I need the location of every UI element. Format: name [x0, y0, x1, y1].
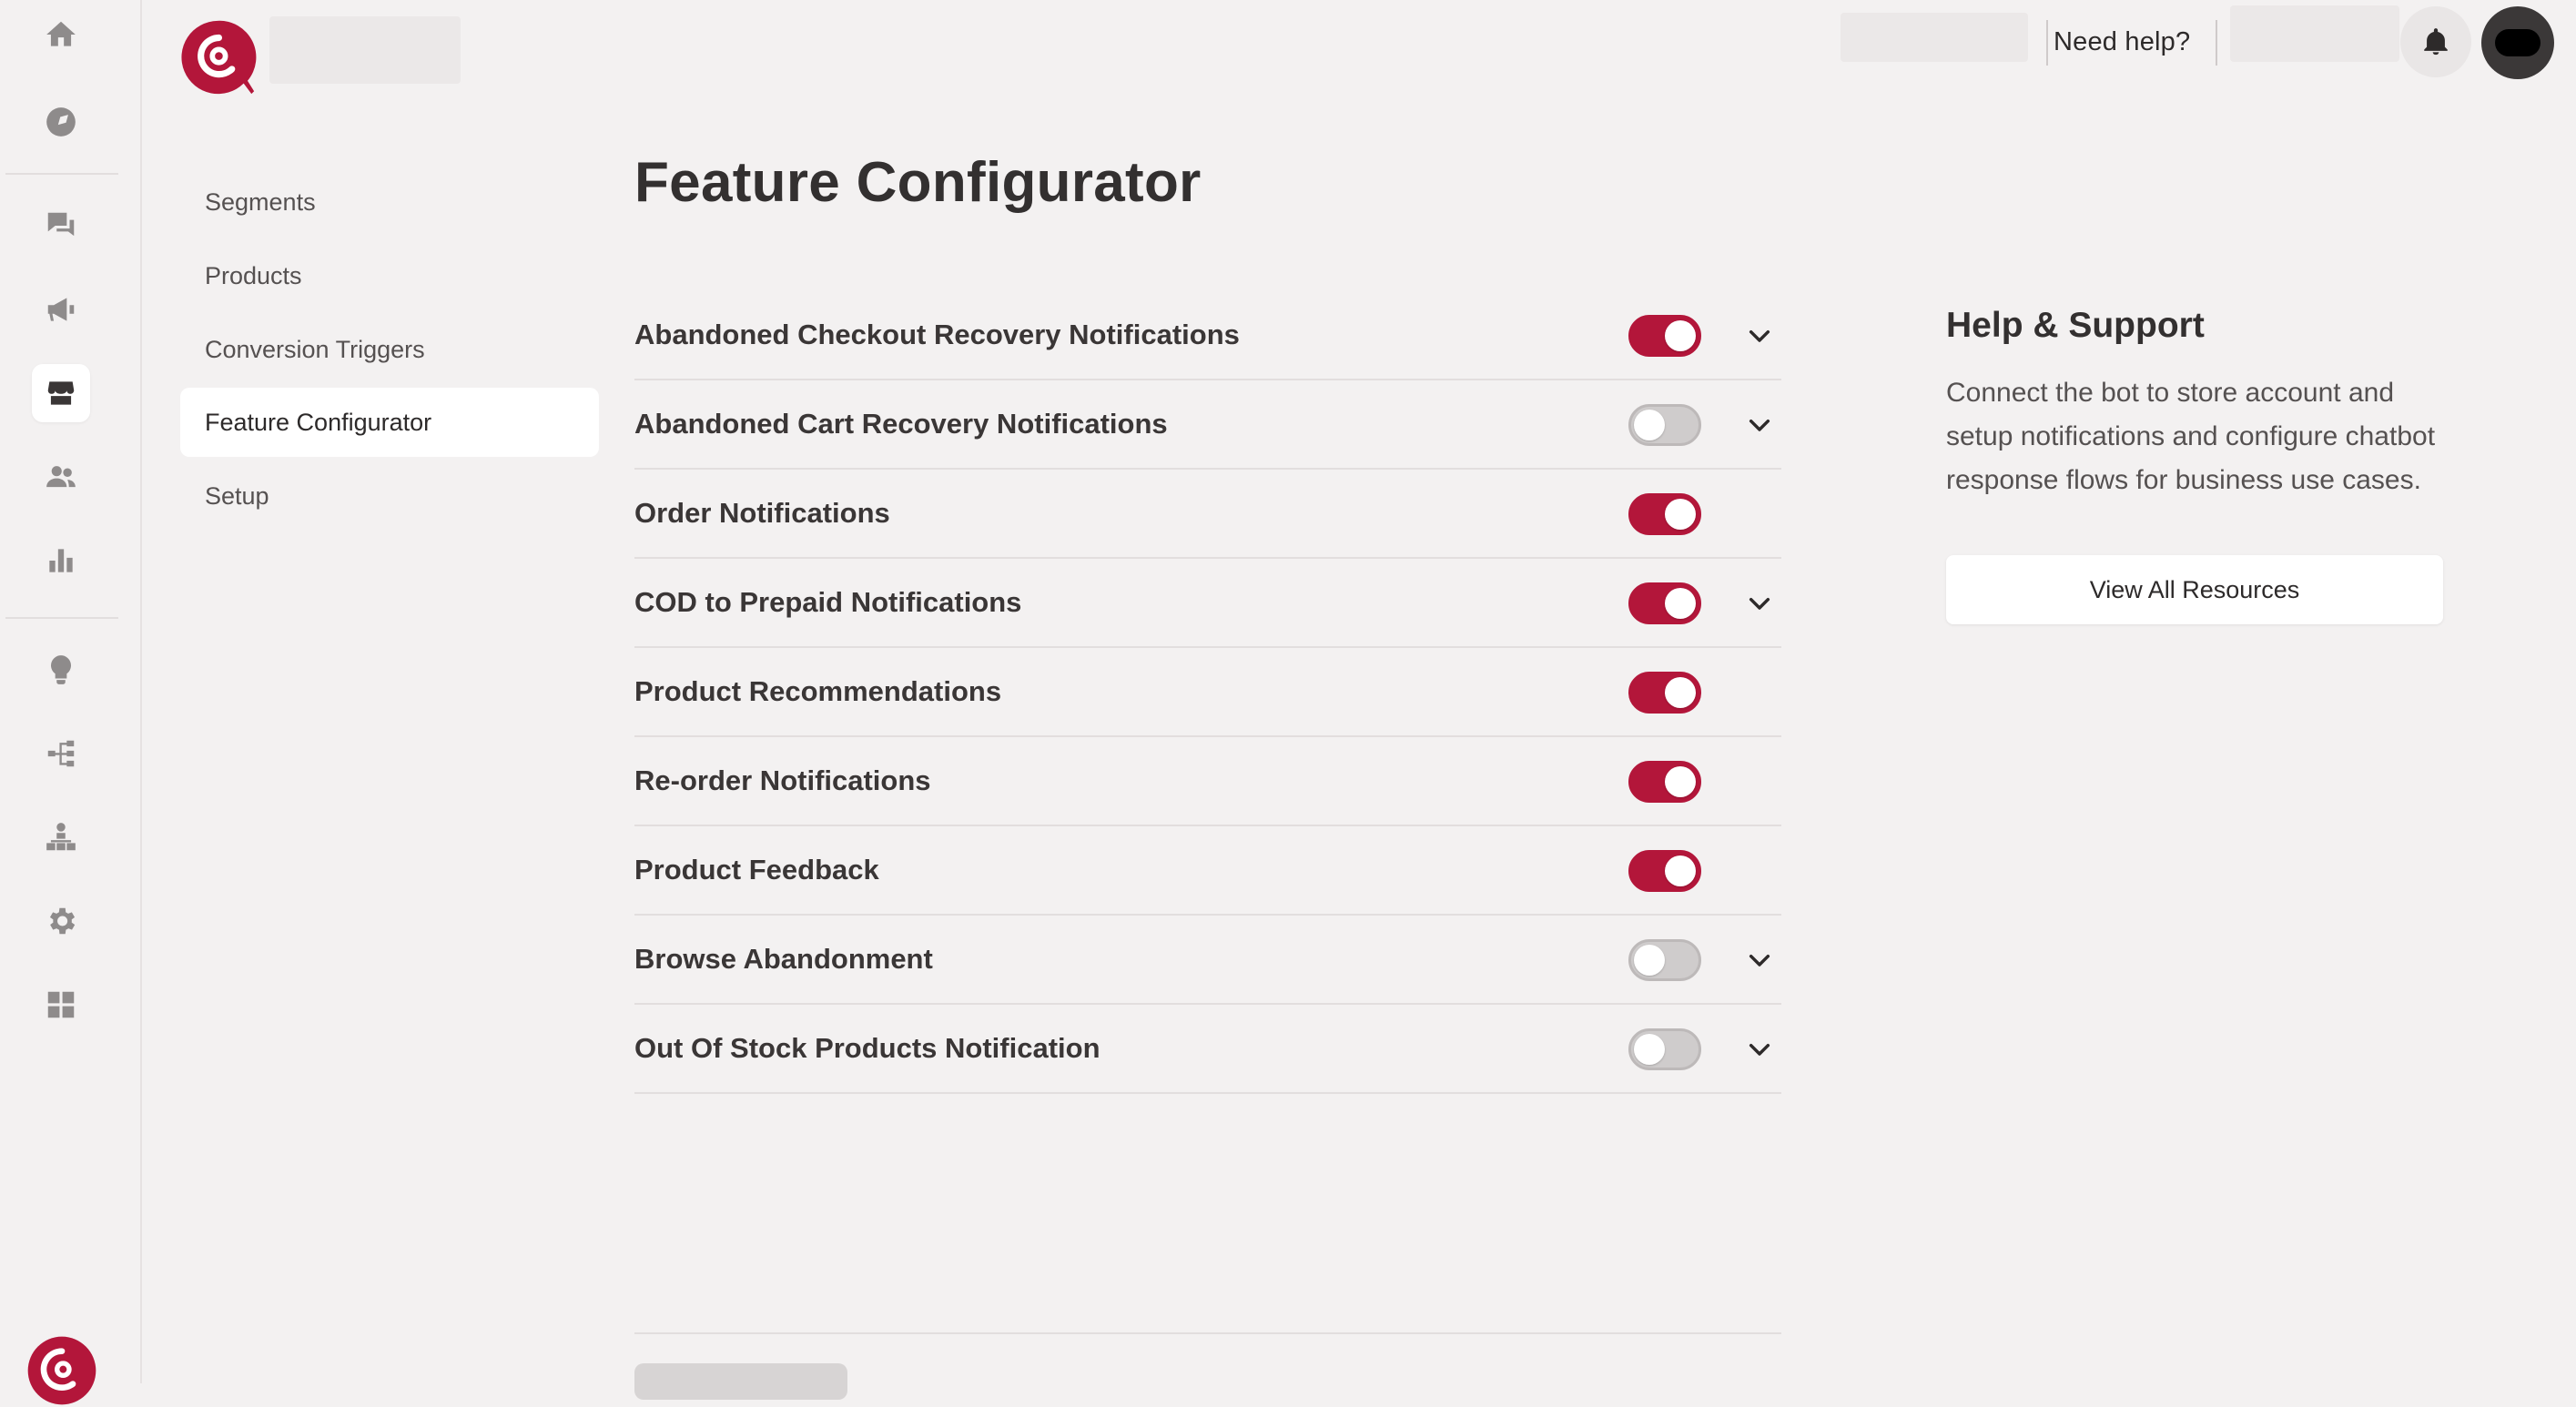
- subnav-item-conversion-triggers[interactable]: Conversion Triggers: [180, 315, 599, 384]
- view-all-resources-button[interactable]: View All Resources: [1946, 555, 2443, 624]
- feature-label: Abandoned Checkout Recovery Notification…: [634, 319, 1240, 350]
- feature-label: Product Recommendations: [634, 675, 1002, 707]
- toggle-knob: [1665, 499, 1696, 530]
- rail-analytics[interactable]: [32, 531, 90, 590]
- store-icon: [47, 381, 75, 405]
- toggle-knob: [1665, 677, 1696, 708]
- rail-divider: [5, 617, 118, 619]
- brand-logo[interactable]: [178, 18, 257, 96]
- feature-toggle[interactable]: [1628, 315, 1701, 357]
- feature-label: Re-order Notifications: [634, 764, 931, 796]
- icon-rail: [0, 0, 142, 1405]
- feature-toggle[interactable]: [1628, 850, 1701, 892]
- toggle-knob: [1665, 855, 1696, 886]
- rail-flows[interactable]: [32, 724, 90, 783]
- org-chart-icon: [46, 823, 76, 851]
- feature-toggle[interactable]: [1628, 672, 1701, 714]
- feature-row: Order Notifications: [634, 470, 1781, 559]
- rail-chat[interactable]: [32, 197, 90, 255]
- feature-toggle[interactable]: [1628, 761, 1701, 803]
- bar-chart-icon: [49, 549, 73, 572]
- feature-row: COD to Prepaid Notifications: [634, 559, 1781, 648]
- notifications-button[interactable]: [2400, 6, 2471, 77]
- feature-toggle[interactable]: [1628, 1028, 1701, 1070]
- feature-toggle[interactable]: [1628, 404, 1701, 446]
- megaphone-icon: [47, 298, 75, 321]
- rail-users[interactable]: [32, 448, 90, 506]
- feature-toggle[interactable]: [1628, 939, 1701, 981]
- subnav-item-setup[interactable]: Setup: [180, 461, 599, 531]
- footer-divider: [634, 1332, 1781, 1334]
- toggle-knob: [1665, 766, 1696, 797]
- chevron-down-icon[interactable]: [1743, 410, 1776, 442]
- rail-settings[interactable]: [32, 892, 90, 950]
- feature-label: Abandoned Cart Recovery Notifications: [634, 408, 1168, 440]
- help-description: Connect the bot to store account and set…: [1946, 378, 2436, 495]
- bell-icon: [2424, 28, 2448, 56]
- feature-toggle[interactable]: [1628, 582, 1701, 624]
- need-help-link[interactable]: Need help?: [2054, 22, 2190, 62]
- gear-icon: [49, 907, 76, 935]
- feature-label: Order Notifications: [634, 497, 890, 529]
- rail-home[interactable]: [32, 5, 90, 64]
- feature-toggle[interactable]: [1628, 493, 1701, 535]
- feature-row: Abandoned Cart Recovery Notifications: [634, 380, 1781, 470]
- avatar-image: [2495, 29, 2541, 56]
- avatar[interactable]: [2481, 6, 2554, 79]
- lightbulb-icon: [51, 655, 71, 684]
- feature-label: Browse Abandonment: [634, 943, 933, 975]
- brand-logo-icon: [27, 1336, 96, 1405]
- rail-store[interactable]: [32, 364, 90, 422]
- compass-icon: [46, 107, 76, 137]
- feature-row: Browse Abandonment: [634, 916, 1781, 1005]
- rail-campaigns[interactable]: [32, 280, 90, 339]
- topbar-placeholder: [1841, 13, 2028, 62]
- rail-compass[interactable]: [32, 93, 90, 151]
- rail-team[interactable]: [32, 808, 90, 866]
- home-icon: [46, 21, 76, 46]
- feature-label: Product Feedback: [634, 854, 879, 886]
- help-title: Help & Support: [1946, 306, 2205, 345]
- save-button[interactable]: [634, 1363, 847, 1400]
- rail-integrations[interactable]: [32, 976, 90, 1034]
- toggle-knob: [1634, 410, 1665, 440]
- topbar-divider: [2046, 20, 2048, 66]
- subnav-item-segments[interactable]: Segments: [180, 167, 599, 237]
- feature-row: Out Of Stock Products Notification: [634, 1005, 1781, 1094]
- feature-label: Out Of Stock Products Notification: [634, 1032, 1100, 1064]
- toggle-knob: [1665, 588, 1696, 619]
- topbar-divider: [2216, 20, 2217, 66]
- rail-divider: [5, 173, 118, 175]
- toggle-knob: [1634, 945, 1665, 976]
- flow-icon: [47, 740, 75, 767]
- feature-label: COD to Prepaid Notifications: [634, 586, 1022, 618]
- workspace-name-placeholder: [269, 16, 461, 84]
- users-icon: [46, 466, 76, 488]
- toggle-knob: [1634, 1034, 1665, 1065]
- toggle-knob: [1665, 320, 1696, 351]
- feature-row: Re-order Notifications: [634, 737, 1781, 826]
- page-title: Feature Configurator: [634, 151, 1202, 214]
- integrations-icon: [47, 991, 75, 1018]
- subnav-item-feature-configurator[interactable]: Feature Configurator: [180, 388, 599, 457]
- chevron-down-icon[interactable]: [1743, 1034, 1776, 1067]
- rail-ideas[interactable]: [32, 641, 90, 699]
- subnav-item-products[interactable]: Products: [180, 241, 599, 310]
- feature-row: Product Recommendations: [634, 648, 1781, 737]
- chat-icon: [47, 212, 75, 237]
- account-placeholder: [2230, 5, 2399, 62]
- chevron-down-icon[interactable]: [1743, 945, 1776, 977]
- chevron-down-icon[interactable]: [1743, 588, 1776, 621]
- chevron-down-icon[interactable]: [1743, 320, 1776, 353]
- feature-row: Abandoned Checkout Recovery Notification…: [634, 291, 1781, 380]
- feature-row: Product Feedback: [634, 826, 1781, 916]
